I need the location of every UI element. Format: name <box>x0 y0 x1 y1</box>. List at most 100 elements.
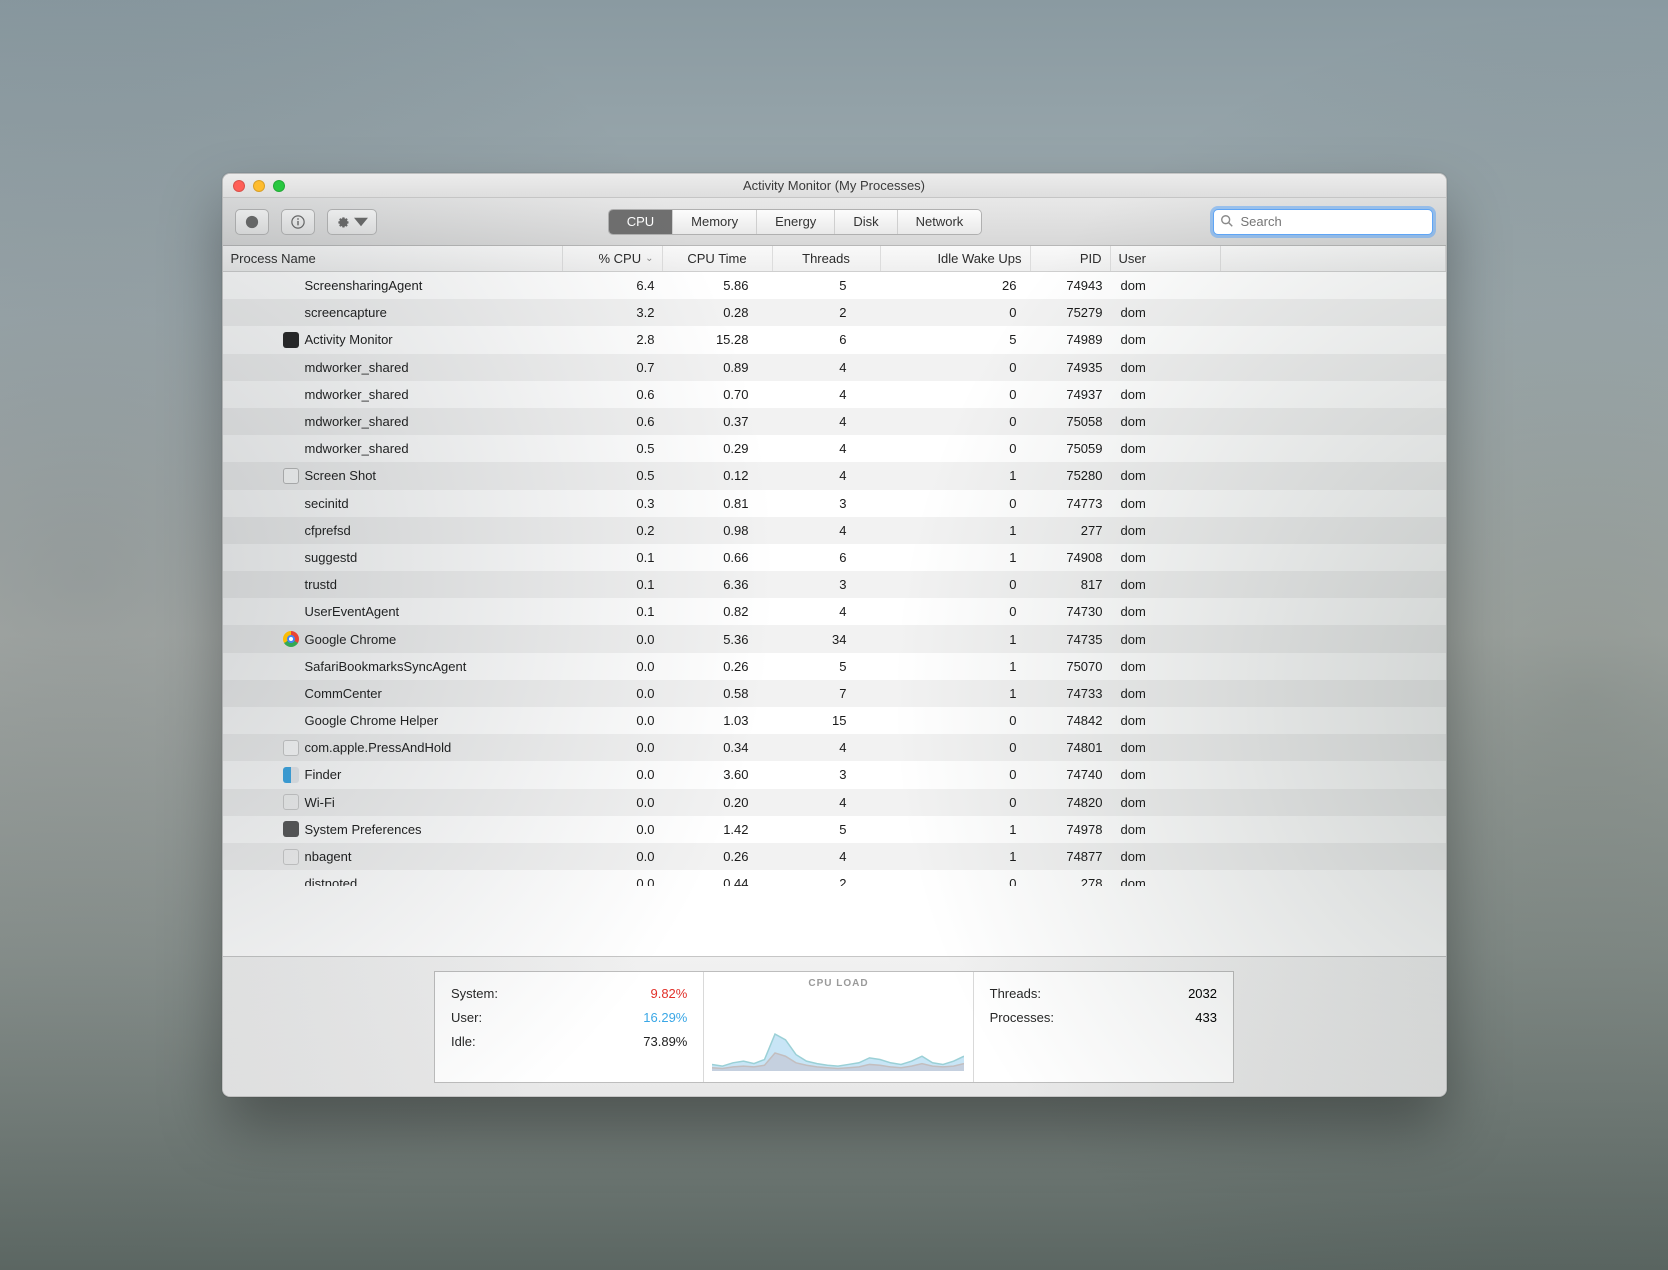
user-value: dom <box>1111 414 1221 429</box>
table-row[interactable]: mdworker_shared0.60.374075058dom <box>223 408 1446 435</box>
cpu-value: 0.1 <box>563 604 663 619</box>
tab-group: CPUMemoryEnergyDiskNetwork <box>608 209 983 235</box>
table-row[interactable]: Screen Shot0.50.124175280dom <box>223 462 1446 489</box>
table-row[interactable]: secinitd0.30.813074773dom <box>223 490 1446 517</box>
table-row[interactable]: CommCenter0.00.587174733dom <box>223 680 1446 707</box>
cpu-time-value: 0.29 <box>663 441 773 456</box>
table-row[interactable]: SafariBookmarksSyncAgent0.00.265175070do… <box>223 653 1446 680</box>
table-row[interactable]: Activity Monitor2.815.286574989dom <box>223 326 1446 353</box>
column-header-process-name[interactable]: Process Name <box>223 246 563 271</box>
user-value: dom <box>1111 387 1221 402</box>
idle-wake-ups-value: 26 <box>881 278 1031 293</box>
tab-cpu[interactable]: CPU <box>609 210 673 234</box>
cpu-value: 3.2 <box>563 305 663 320</box>
cpu-value: 0.1 <box>563 577 663 592</box>
tab-energy[interactable]: Energy <box>757 210 835 234</box>
idle-wake-ups-value: 0 <box>881 387 1031 402</box>
table-row[interactable]: System Preferences0.01.425174978dom <box>223 816 1446 843</box>
table-row[interactable]: Google Chrome0.05.3634174735dom <box>223 625 1446 652</box>
cpu-time-value: 5.86 <box>663 278 773 293</box>
idle-wake-ups-value: 0 <box>881 441 1031 456</box>
column-header-idle-wake-ups[interactable]: Idle Wake Ups <box>881 246 1031 271</box>
table-row[interactable]: mdworker_shared0.50.294075059dom <box>223 435 1446 462</box>
idle-wake-ups-value: 1 <box>881 523 1031 538</box>
cpu-value: 0.1 <box>563 550 663 565</box>
table-row[interactable]: distnoted0.00.4420278dom <box>223 870 1221 886</box>
table-row[interactable]: screencapture3.20.282075279dom <box>223 299 1446 326</box>
table-row[interactable]: Finder0.03.603074740dom <box>223 761 1446 788</box>
user-value: dom <box>1111 550 1221 565</box>
idle-wake-ups-value: 0 <box>881 767 1031 782</box>
cpu-time-value: 0.26 <box>663 659 773 674</box>
table-row[interactable]: ScreensharingAgent6.45.8652674943dom <box>223 272 1446 299</box>
column-header-threads[interactable]: Threads <box>773 246 881 271</box>
threads-value: 4 <box>773 387 881 402</box>
threads-value: 2032 <box>1188 982 1217 1006</box>
user-value: dom <box>1111 740 1221 755</box>
search-field[interactable] <box>1213 209 1433 235</box>
nbagent-icon <box>283 849 299 865</box>
column-header-pid[interactable]: PID <box>1031 246 1111 271</box>
table-row[interactable]: suggestd0.10.666174908dom <box>223 544 1446 571</box>
chevron-down-icon <box>354 215 368 229</box>
idle-wake-ups-value: 0 <box>881 496 1031 511</box>
user-value: dom <box>1111 822 1221 837</box>
idle-wake-ups-value: 0 <box>881 414 1031 429</box>
table-row[interactable]: cfprefsd0.20.9841277dom <box>223 517 1446 544</box>
cpu-time-value: 1.03 <box>663 713 773 728</box>
user-value: 16.29% <box>643 1006 687 1030</box>
stop-process-button[interactable] <box>235 209 269 235</box>
pid-value: 74735 <box>1031 632 1111 647</box>
process-name: Wi-Fi <box>305 795 335 810</box>
process-name: mdworker_shared <box>305 414 409 429</box>
table-row[interactable]: com.apple.PressAndHold0.00.344074801dom <box>223 734 1446 761</box>
close-window-button[interactable] <box>233 180 245 192</box>
table-row[interactable]: Wi-Fi0.00.204074820dom <box>223 789 1446 816</box>
process-name: Activity Monitor <box>305 332 393 347</box>
pid-value: 74842 <box>1031 713 1111 728</box>
threads-value: 34 <box>773 632 881 647</box>
pid-value: 74740 <box>1031 767 1111 782</box>
threads-value: 3 <box>773 496 881 511</box>
tab-network[interactable]: Network <box>898 210 982 234</box>
cpu-time-value: 1.42 <box>663 822 773 837</box>
tab-disk[interactable]: Disk <box>835 210 897 234</box>
chart-title: CPU LOAD <box>808 978 868 989</box>
stop-icon <box>245 215 259 229</box>
user-value: dom <box>1111 849 1221 864</box>
table-row[interactable]: mdworker_shared0.70.894074935dom <box>223 354 1446 381</box>
cpu-time-value: 3.60 <box>663 767 773 782</box>
table-row[interactable]: UserEventAgent0.10.824074730dom <box>223 598 1446 625</box>
column-header-cpu-time[interactable]: CPU Time <box>663 246 773 271</box>
user-value: dom <box>1111 577 1221 592</box>
column-header-user[interactable]: User <box>1111 246 1221 271</box>
pid-value: 75070 <box>1031 659 1111 674</box>
process-name: ScreensharingAgent <box>305 278 423 293</box>
press-icon <box>283 740 299 756</box>
wifi-icon <box>283 794 299 810</box>
process-name: cfprefsd <box>305 523 351 538</box>
process-table[interactable]: ScreensharingAgent6.45.8652674943domscre… <box>223 272 1446 956</box>
cpu-value: 0.0 <box>563 849 663 864</box>
process-name: SafariBookmarksSyncAgent <box>305 659 467 674</box>
user-label: User: <box>451 1006 482 1030</box>
pid-value: 74801 <box>1031 740 1111 755</box>
totals: Threads:2032 Processes:433 <box>974 972 1233 1082</box>
minimize-window-button[interactable] <box>253 180 265 192</box>
column-header-cpu[interactable]: % CPU⌄ <box>563 246 663 271</box>
user-value: dom <box>1111 795 1221 810</box>
finder-icon <box>283 767 299 783</box>
user-value: dom <box>1111 360 1221 375</box>
search-input[interactable] <box>1213 209 1433 235</box>
options-menu-button[interactable] <box>327 209 377 235</box>
idle-wake-ups-value: 0 <box>881 604 1031 619</box>
table-row[interactable]: nbagent0.00.264174877dom <box>223 843 1446 870</box>
tab-memory[interactable]: Memory <box>673 210 757 234</box>
zoom-window-button[interactable] <box>273 180 285 192</box>
user-value: dom <box>1111 441 1221 456</box>
inspect-process-button[interactable] <box>281 209 315 235</box>
table-row[interactable]: mdworker_shared0.60.704074937dom <box>223 381 1446 408</box>
table-row[interactable]: Google Chrome Helper0.01.0315074842dom <box>223 707 1446 734</box>
table-row[interactable]: trustd0.16.3630817dom <box>223 571 1446 598</box>
user-value: dom <box>1111 468 1221 483</box>
